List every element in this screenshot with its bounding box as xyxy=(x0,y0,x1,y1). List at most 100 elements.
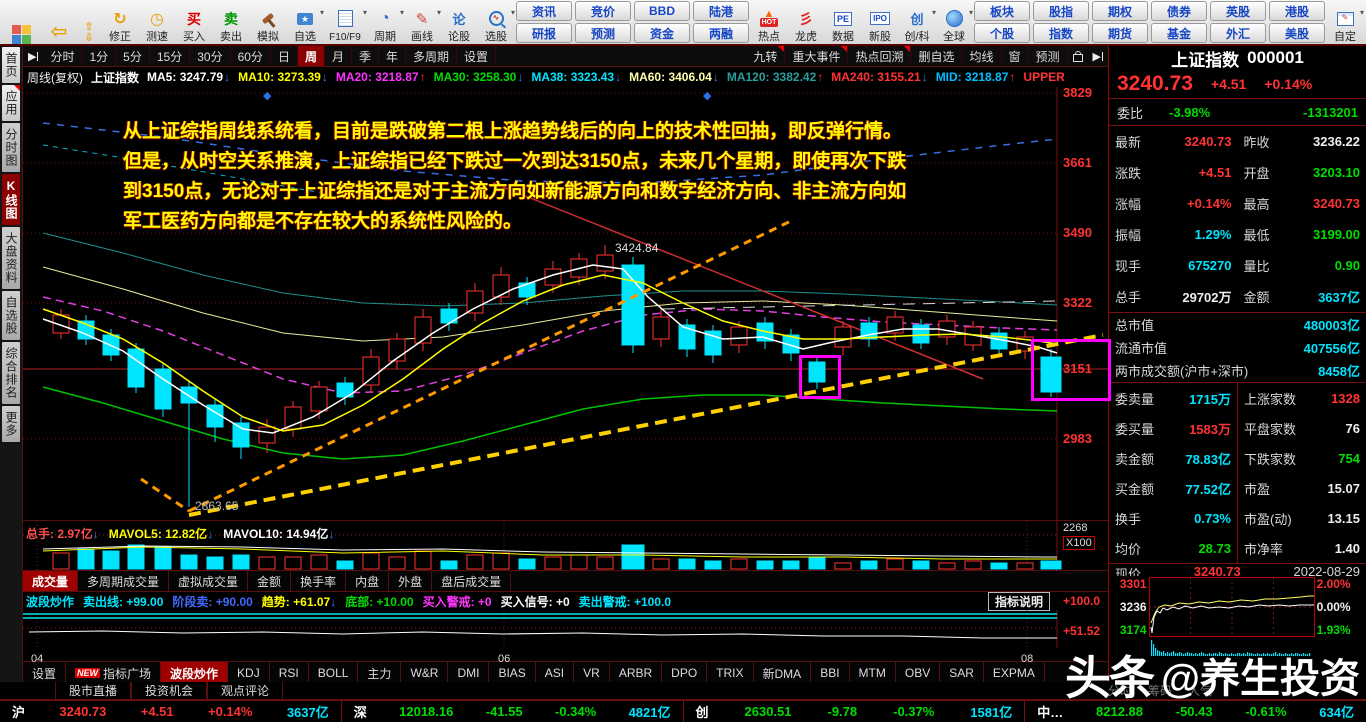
hk-stocks-button[interactable]: 港股 xyxy=(1269,1,1325,21)
toolbar-button-buy[interactable]: 买 买入 xyxy=(176,1,212,44)
toolbar-button-custom[interactable]: ✎ 自定 ▾ xyxy=(1327,1,1364,44)
kline-chart[interactable]: ◆ ◆ 从上证综指周线系统看，目前是跌破第二根上涨趋势线后的向上的技术性回抽，即… xyxy=(23,85,1111,521)
tab-opinion[interactable]: 观点评论 xyxy=(207,682,284,699)
period-tab-week[interactable]: 周 xyxy=(297,46,325,66)
period-tab-quarter[interactable]: 季 xyxy=(352,46,379,66)
research-button[interactable]: 研报 xyxy=(516,23,572,43)
index-button[interactable]: 指数 xyxy=(1033,23,1089,43)
index-futures-button[interactable]: 股指 xyxy=(1033,1,1089,21)
auction-button[interactable]: 竞价 xyxy=(575,1,631,21)
fund-button[interactable]: 基金 xyxy=(1151,23,1207,43)
tool-forecast[interactable]: 预测 xyxy=(1029,46,1068,66)
period-tab-day[interactable]: 日 xyxy=(271,46,298,66)
period-bar: ▶ 分时 1分 5分 15分 30分 60分 日 周 月 季 年 多周期 设置 … xyxy=(23,46,1108,67)
tab-opportunity[interactable]: 投资机会 xyxy=(131,682,208,699)
forex-button[interactable]: 外汇 xyxy=(1210,23,1266,43)
tab-live[interactable]: 股市直播 xyxy=(55,682,132,699)
clock-icon: ◷ xyxy=(150,10,164,28)
volume-tab-multi-period[interactable]: 多周期成交量 xyxy=(78,571,170,591)
toolbar-button-speedtest[interactable]: ◷ 测速 xyxy=(139,1,175,44)
sector-button[interactable]: 板块 xyxy=(974,1,1030,21)
sidebar-item-more[interactable]: 更多 xyxy=(2,406,20,442)
tool-nine-turn[interactable]: 九转 xyxy=(746,46,786,66)
us-stocks-button[interactable]: 美股 xyxy=(1269,23,1325,43)
sidebar-item-market-info[interactable]: 大盘资料 xyxy=(2,227,20,289)
sidebar-item-ranking[interactable]: 综合排名 xyxy=(2,342,20,404)
annotation-line: 从上证综指周线系统看，目前是跌破第二根上涨趋势线后的向上的技术性回抽，即反弹行情… xyxy=(123,121,903,142)
margin-button[interactable]: 两融 xyxy=(693,23,749,43)
toolbar-button-global[interactable]: 全球 ▾ xyxy=(936,1,973,44)
stock-button[interactable]: 个股 xyxy=(974,23,1030,43)
period-tab-year[interactable]: 年 xyxy=(379,46,407,66)
toolbar-button-watchlist[interactable]: ★ 自选 ▾ xyxy=(287,1,324,44)
futures-button[interactable]: 期货 xyxy=(1092,23,1148,43)
news-button[interactable]: 资讯 xyxy=(516,1,572,21)
toolbar-button-correct[interactable]: ↻ 修正 xyxy=(102,1,138,44)
tool-major-events[interactable]: 重大事件 xyxy=(785,46,849,66)
toolbar-button-drawline[interactable]: ✎ 画线 ▾ xyxy=(404,1,441,44)
toolbar-pair-options-futures: 期权 期货 xyxy=(1092,1,1148,43)
forecast-button[interactable]: 预测 xyxy=(575,23,631,43)
period-tab-30min[interactable]: 30分 xyxy=(190,46,231,66)
sidebar-item-intraday[interactable]: 分时图 xyxy=(2,123,20,172)
toolbar-button-simulate[interactable]: 模拟 xyxy=(250,1,286,44)
volume-tab-chengjiaoliang[interactable]: 成交量 xyxy=(23,571,79,591)
indicator-field: 买入警戒: +0 xyxy=(422,594,492,609)
toolbar-button-hotspot[interactable]: ▲ HOT 热点 xyxy=(751,1,787,44)
tool-hotspot-review[interactable]: 热点回溯 xyxy=(848,46,912,66)
indicator-canvas xyxy=(23,610,1058,648)
ma38-value: MA38: 3323.43↓ xyxy=(531,70,622,84)
toolbar-button-sell[interactable]: 卖 卖出 xyxy=(213,1,249,44)
toolbar-button-period[interactable]: ◔ 周期 ▾ xyxy=(367,1,404,44)
toolbar-button-stockpick[interactable]: ∿ 选股 ▾ xyxy=(478,1,515,44)
collapse-arrow-icon[interactable]: ▶ xyxy=(23,46,43,66)
funds-button[interactable]: 资金 xyxy=(634,23,690,43)
volume-tab-amount[interactable]: 金额 xyxy=(248,571,292,591)
indicator-help-button[interactable]: 指标说明 xyxy=(987,591,1050,611)
period-tab-month[interactable]: 月 xyxy=(325,46,352,66)
status-index-sz[interactable]: 深 12018.16 -41.55 -0.34% 4821亿 xyxy=(342,701,684,722)
uk-stocks-button[interactable]: 英股 xyxy=(1210,1,1266,21)
status-index-cyb[interactable]: 创 2630.51 -9.78 -0.37% 1581亿 xyxy=(684,701,1026,722)
period-tab-settings[interactable]: 设置 xyxy=(457,46,497,66)
toolbar-button-ipo[interactable]: IPO 新股 xyxy=(862,1,898,44)
bond-button[interactable]: 债券 xyxy=(1151,1,1207,21)
tool-window[interactable]: 窗 xyxy=(1002,46,1029,66)
volume-tab-inner[interactable]: 内盘 xyxy=(346,571,390,591)
toolbar-button-forum[interactable]: 论 论股 xyxy=(441,1,477,44)
volume-tab-outer[interactable]: 外盘 xyxy=(389,571,433,591)
svg-text:◆: ◆ xyxy=(263,90,272,102)
period-tab-15min[interactable]: 15分 xyxy=(150,46,191,66)
next-arrow-icon[interactable]: ▶ xyxy=(1088,46,1108,66)
lock-icon[interactable] xyxy=(1068,46,1088,66)
period-tab-fenshi[interactable]: 分时 xyxy=(43,46,83,66)
order-stats-section: 委卖量 1715万 上涨家数 1328 委买量 1583万 平盘家数 76 卖金额 78.… xyxy=(1109,383,1366,563)
sidebar-item-apps[interactable]: 应用 xyxy=(2,85,20,121)
peak-price-label: 3424.84 xyxy=(615,241,659,255)
period-tab-1min[interactable]: 1分 xyxy=(82,46,117,66)
period-tab-5min[interactable]: 5分 xyxy=(116,46,150,66)
toolbar-button-chuangke[interactable]: 创 创/科 ▾ xyxy=(899,1,936,44)
period-tab-multi[interactable]: 多周期 xyxy=(406,46,458,66)
app-logo-button[interactable] xyxy=(1,1,41,44)
toolbar-button-data[interactable]: PE 数据 xyxy=(825,1,861,44)
tool-ma-toggle[interactable]: 均线 xyxy=(962,46,1002,66)
bbd-button[interactable]: BBD xyxy=(634,1,690,21)
back-button[interactable]: ⇦ xyxy=(42,1,76,44)
status-index-sh[interactable]: 沪 3240.73 +4.51 +0.14% 3637亿 xyxy=(0,701,342,722)
toolbar-button-f10[interactable]: F10/F9 ▾ xyxy=(324,1,367,44)
sidebar-item-watchlist[interactable]: 自选股 xyxy=(2,291,20,340)
lugang-button[interactable]: 陆港 xyxy=(693,1,749,21)
options-button[interactable]: 期权 xyxy=(1092,1,1148,21)
indicator-pane[interactable]: 波段炒作 卖出线: +99.00 阶段卖: +90.00 趋势: +61.07↓… xyxy=(23,591,1108,665)
tool-remove-watchlist[interactable]: 删自选 xyxy=(911,46,963,66)
page-up-down-buttons[interactable]: ⇧ ⇩ xyxy=(77,1,101,44)
period-tab-60min[interactable]: 60分 xyxy=(231,46,271,66)
toolbar-button-longhu[interactable]: 彡 龙虎 xyxy=(788,1,824,44)
sidebar-item-home[interactable]: 首页 xyxy=(2,47,20,83)
volume-tab-turnover[interactable]: 换手率 xyxy=(291,571,347,591)
volume-tab-afterhours[interactable]: 盘后成交量 xyxy=(432,571,512,591)
sidebar-item-kline[interactable]: K线图 xyxy=(2,174,20,225)
volume-pane[interactable]: 总手: 2.97亿↓ MAVOL5: 12.82亿↓ MAVOL10: 14.9… xyxy=(23,521,1108,571)
volume-tab-virtual[interactable]: 虚拟成交量 xyxy=(169,571,249,591)
